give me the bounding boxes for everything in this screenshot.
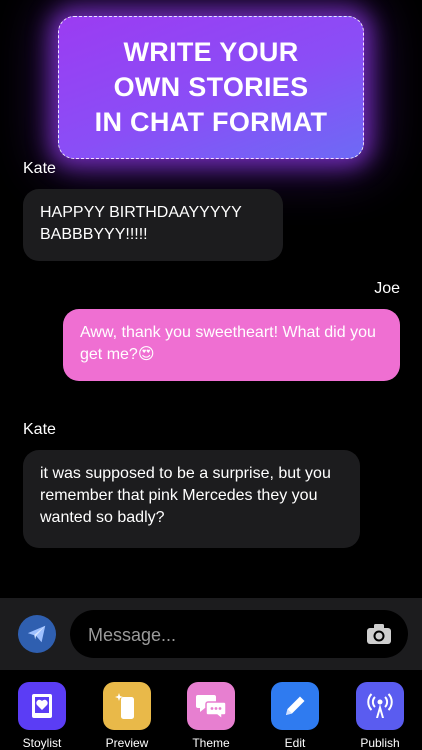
message-input[interactable]	[86, 610, 350, 660]
tab-theme[interactable]: Theme	[176, 682, 246, 750]
chat-bubble[interactable]: HAPPYY BIRTHDAAYYYYY BABBBYYY!!!!!	[23, 189, 283, 261]
message-composer	[0, 598, 422, 670]
tab-stoylist[interactable]: Stoylist	[7, 682, 77, 750]
phone-sparkle-icon	[103, 682, 151, 730]
tab-edit[interactable]: Edit	[260, 682, 330, 750]
message-sender: Kate	[23, 160, 56, 177]
tab-preview[interactable]: Preview	[92, 682, 162, 750]
pencil-icon	[271, 682, 319, 730]
chat-bubble[interactable]: it was supposed to be a surprise, but yo…	[23, 450, 360, 548]
message-sender: Kate	[23, 421, 56, 438]
tab-publish[interactable]: Publish	[345, 682, 415, 750]
tab-label: Publish	[360, 736, 400, 750]
message-input-wrapper	[70, 610, 408, 660]
broadcast-icon	[356, 682, 404, 730]
bottom-tab-bar: Stoylist Preview Theme Edit Publish	[0, 670, 422, 750]
tab-label: Theme	[192, 736, 230, 750]
banner-title: WRITE YOUR OWN STORIES IN CHAT FORMAT	[94, 37, 328, 137]
chat-bubbles-icon	[187, 682, 235, 730]
tab-label: Edit	[284, 736, 306, 750]
camera-icon[interactable]	[366, 623, 392, 650]
paper-plane-icon[interactable]	[18, 615, 56, 653]
promo-banner: WRITE YOUR OWN STORIES IN CHAT FORMAT	[58, 16, 364, 159]
tab-label: Preview	[105, 736, 149, 750]
book-heart-icon	[18, 682, 66, 730]
tab-label: Stoylist	[22, 736, 62, 750]
chat-bubble[interactable]: Aww, thank you sweetheart! What did you …	[63, 309, 400, 381]
message-sender: Joe	[374, 280, 400, 297]
